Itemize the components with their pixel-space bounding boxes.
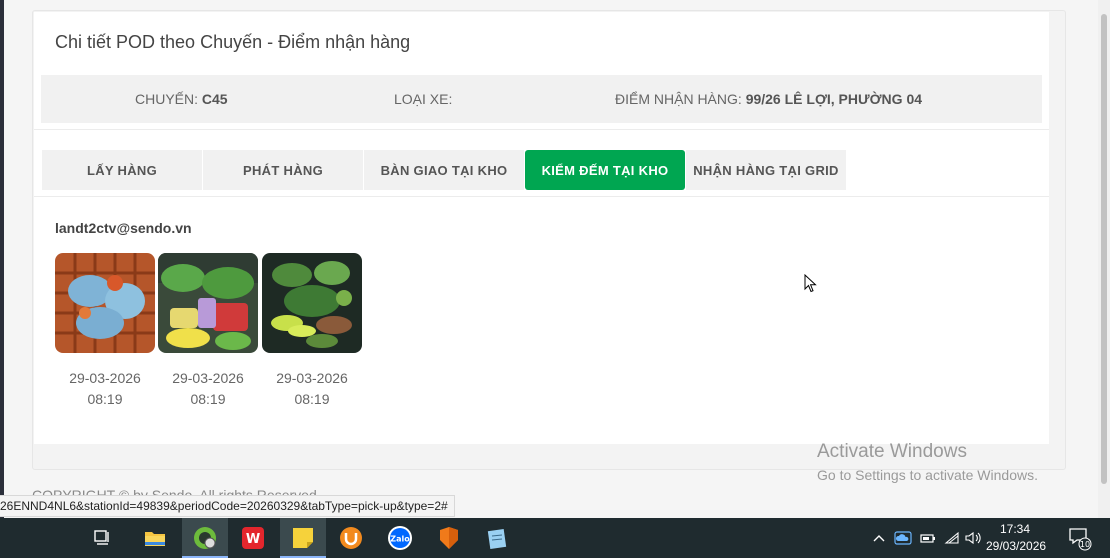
trip-info: CHUYẾN: C45 (135, 91, 228, 107)
notification-count: 10 (1080, 540, 1090, 549)
tab-ban-giao-tai-kho[interactable]: BÀN GIAO TẠI KHO (364, 150, 524, 190)
scrollbar-thumb[interactable] (1101, 14, 1107, 484)
pod-photo-thumbnail[interactable] (262, 253, 362, 353)
photo-date: 29-03-2026 (172, 370, 244, 386)
chevron-up-icon[interactable] (870, 518, 888, 558)
taskbar-clock[interactable]: 17:34 29/03/2026 (986, 521, 1047, 555)
divider (34, 196, 1049, 197)
tab-kiem-dem-tai-kho[interactable]: KIỂM ĐẾM TẠI KHO (525, 150, 685, 190)
notepad-icon[interactable] (474, 518, 520, 558)
svg-text:W: W (246, 532, 260, 547)
trip-info-bar: CHUYẾN: C45 LOẠI XE: ĐIỂM NHẬN HÀNG: 99/… (41, 75, 1042, 123)
pickup-info: ĐIỂM NHẬN HÀNG: 99/26 LÊ LỢI, PHƯỜNG 04 (615, 91, 922, 107)
activate-title: Activate Windows (817, 441, 967, 462)
notification-center-icon[interactable]: 10 (1066, 518, 1094, 558)
coccoc-browser-icon[interactable] (182, 518, 228, 558)
foxit-icon[interactable] (426, 518, 472, 558)
task-view-icon[interactable] (80, 518, 126, 558)
page-scrollbar[interactable] (1098, 0, 1110, 518)
photo-timestamp: 29-03-2026 08:19 (262, 368, 362, 410)
mouse-cursor-icon (804, 274, 817, 293)
activate-subtitle: Go to Settings to activate Windows. (817, 467, 1038, 483)
trip-value: C45 (201, 91, 228, 107)
tab-nhan-hang-tai-grid[interactable]: NHẬN HÀNG TẠI GRID (686, 150, 846, 190)
speaker-icon[interactable] (964, 518, 984, 558)
wps-office-icon[interactable]: W (230, 518, 276, 558)
divider (34, 129, 1049, 130)
onedrive-cloud-icon[interactable] (892, 518, 914, 558)
photo-date: 29-03-2026 (276, 370, 348, 386)
vehicle-info: LOẠI XE: (394, 91, 452, 107)
vegetables-image (158, 253, 258, 353)
window-left-edge (0, 0, 4, 518)
windows-taskbar: W Zalo 17:34 29/03/2026 10 (0, 518, 1110, 558)
photo-time: 08:19 (190, 391, 226, 407)
pickup-value: 99/26 LÊ LỢI, PHƯỜNG 04 (745, 91, 923, 107)
produce-basket-image (262, 253, 362, 353)
zalo-label: Zalo (390, 535, 410, 544)
trip-label: CHUYẾN: (135, 91, 199, 107)
photo-timestamp: 29-03-2026 08:19 (55, 368, 155, 410)
tab-phat-hang[interactable]: PHÁT HÀNG (203, 150, 363, 190)
photo-time: 08:19 (294, 391, 330, 407)
wifi-icon[interactable] (942, 518, 962, 558)
tab-lay-hang[interactable]: LẤY HÀNG (42, 150, 202, 190)
pod-photo-thumbnail[interactable] (158, 253, 258, 353)
browser-status-url: 26ENND4NL6&stationId=49839&periodCode=20… (0, 495, 455, 517)
pod-user-email: landt2ctv@sendo.vn (55, 220, 192, 236)
pod-detail-card: Chi tiết POD theo Chuyến - Điểm nhận hàn… (34, 12, 1049, 444)
ultraviewer-icon[interactable] (328, 518, 374, 558)
pickup-label: ĐIỂM NHẬN HÀNG: (615, 91, 742, 107)
battery-icon[interactable] (918, 518, 938, 558)
pod-photo-thumbnail[interactable] (55, 253, 155, 353)
photo-timestamp: 29-03-2026 08:19 (158, 368, 258, 410)
page-title: Chi tiết POD theo Chuyến - Điểm nhận hàn… (55, 32, 411, 52)
photo-time: 08:19 (87, 391, 123, 407)
clock-date: 29/03/2026 (986, 539, 1047, 553)
produce-crate-image (55, 253, 155, 353)
zalo-icon[interactable]: Zalo (377, 518, 423, 558)
file-explorer-icon[interactable] (132, 518, 178, 558)
vehicle-label: LOẠI XE: (394, 91, 453, 107)
clock-time: 17:34 (999, 522, 1031, 536)
activate-windows-watermark: Activate Windows Go to Settings to activ… (817, 441, 1038, 483)
sticky-notes-icon[interactable] (280, 518, 326, 558)
photo-date: 29-03-2026 (69, 370, 141, 386)
